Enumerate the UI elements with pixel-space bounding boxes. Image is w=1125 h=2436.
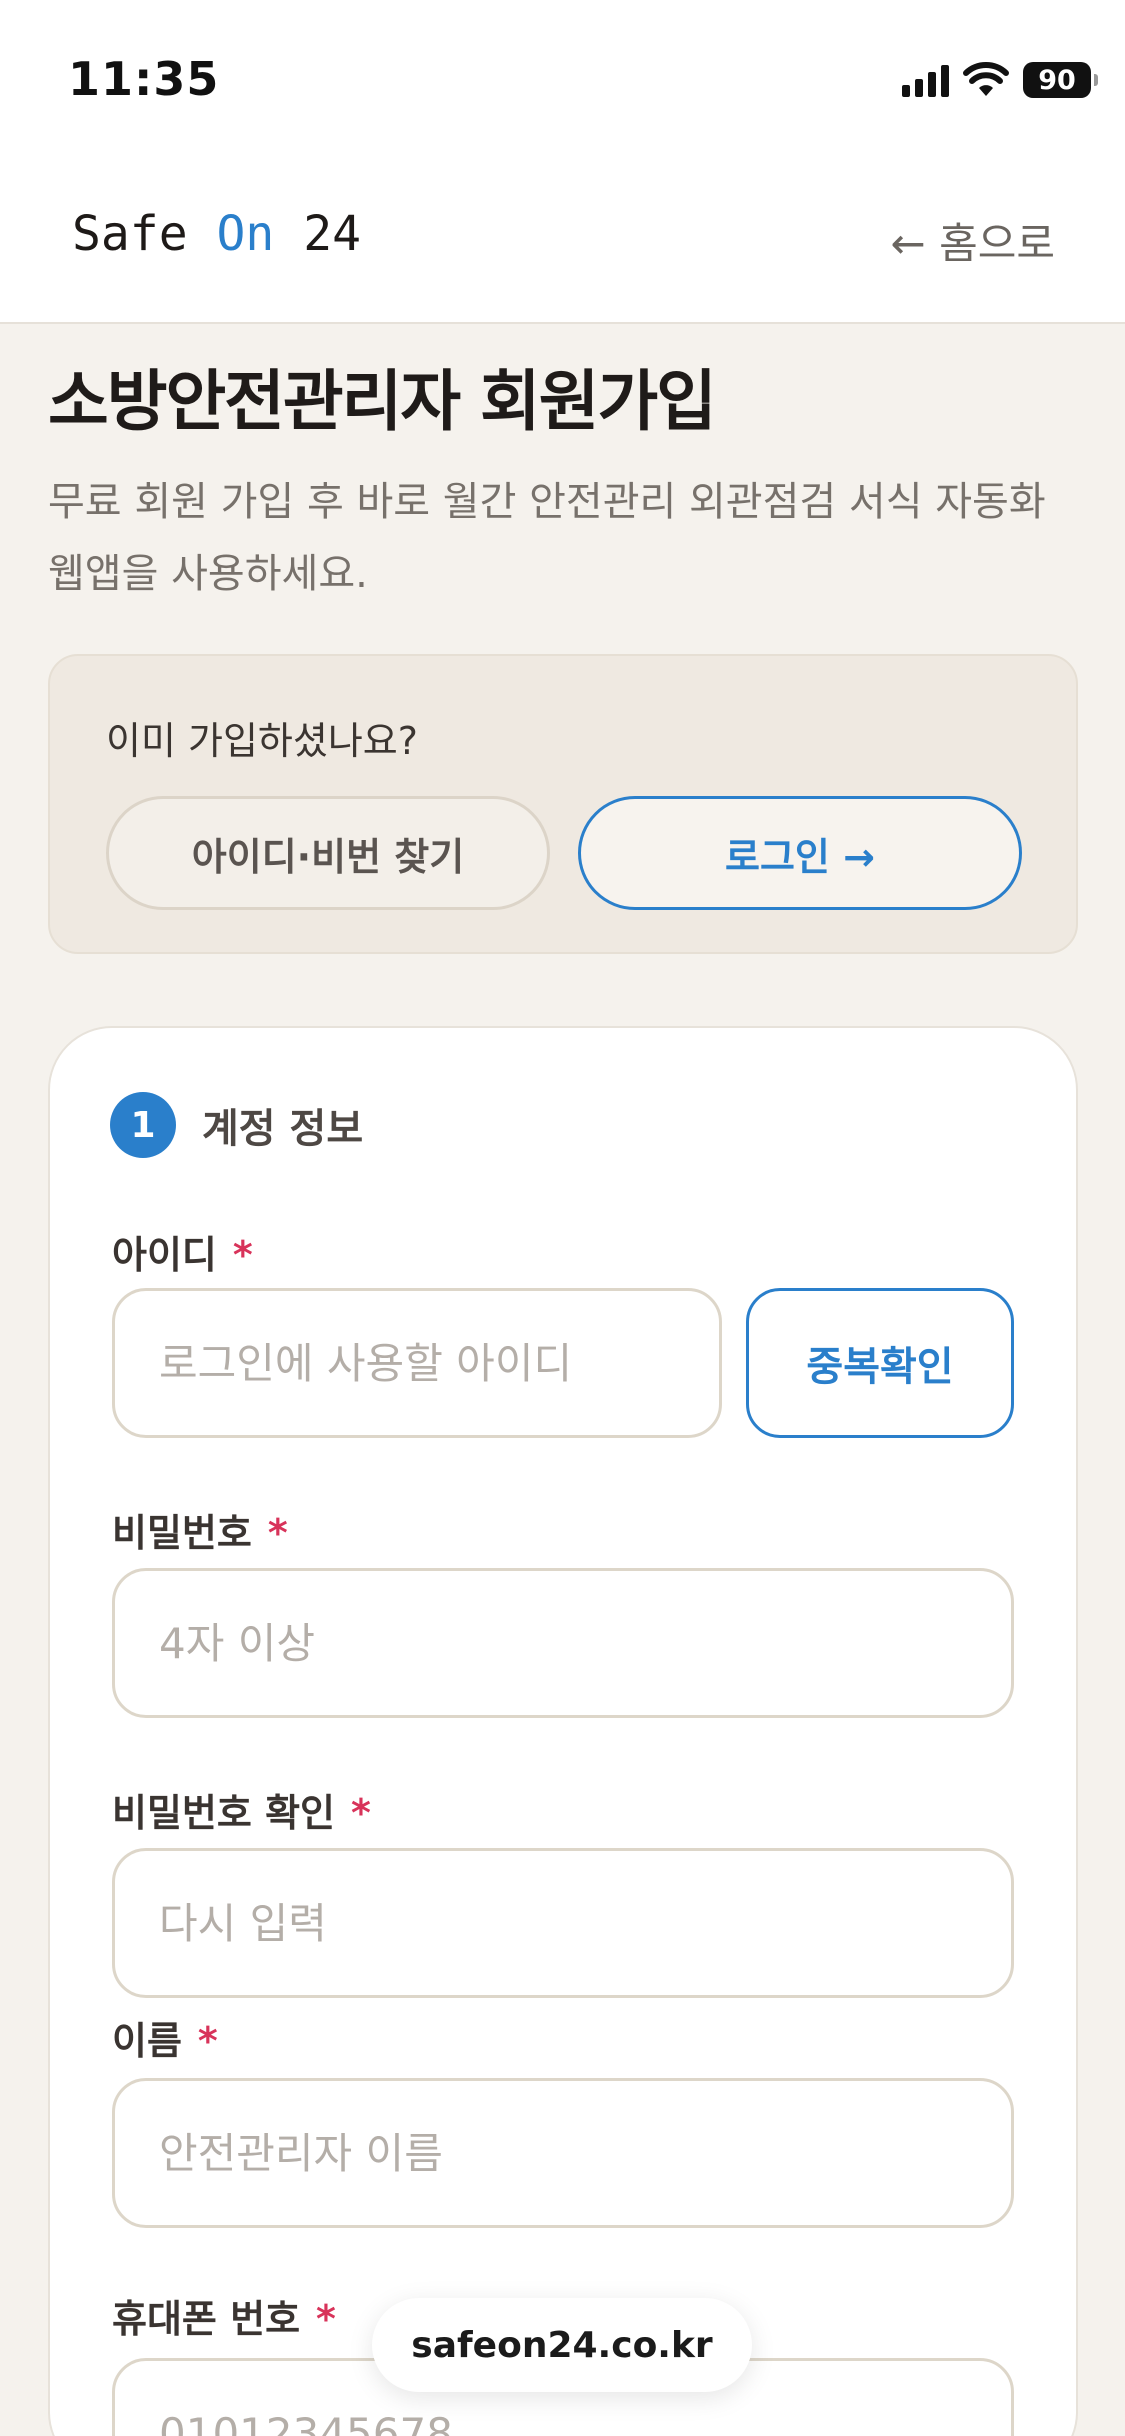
brand-logo[interactable]: Safe On 24 [72, 206, 361, 262]
step-header: 1 계정 정보 [110, 1092, 363, 1158]
phone-label-text: 휴대폰 번호 [112, 2297, 301, 2341]
existing-member-box: 이미 가입하셨나요? 아이디·비번 찾기 로그인 → [48, 654, 1078, 954]
browser-url-pill[interactable]: safeon24.co.kr [372, 2298, 752, 2392]
required-mark: * [197, 2019, 218, 2063]
password-confirm-label-text: 비밀번호 확인 [112, 1791, 335, 1835]
required-mark: * [267, 1511, 288, 1555]
page-description: 무료 회원 가입 후 바로 월간 안전관리 외관점검 서식 자동화 웹앱을 사용… [48, 479, 1046, 597]
step-title: 계정 정보 [202, 1106, 364, 1152]
status-time: 11:35 [68, 52, 220, 106]
id-label-text: 아이디 [112, 1233, 217, 1277]
id-label: 아이디 * [112, 1224, 253, 1279]
required-mark: * [316, 2297, 336, 2341]
battery-level: 90 [1038, 64, 1076, 96]
password-label: 비밀번호 * [112, 1502, 288, 1557]
required-mark: * [351, 1791, 371, 1835]
wifi-icon [963, 62, 1009, 96]
home-link[interactable]: ← 홈으로 [891, 210, 1055, 271]
required-mark: * [232, 1233, 253, 1277]
find-account-button[interactable]: 아이디·비번 찾기 [106, 796, 550, 910]
password-confirm-label: 비밀번호 확인 * [112, 1782, 371, 1837]
signup-form-card: 1 계정 정보 아이디 * 중복확인 비밀번호 * 비밀번호 확인 * 이름 * 휴대폰… [48, 1026, 1078, 2436]
login-button[interactable]: 로그인 → [578, 796, 1022, 910]
brand-text-1: Safe [72, 206, 217, 262]
brand-text-accent: On [216, 206, 275, 262]
password-label-text: 비밀번호 [112, 1511, 252, 1555]
cellular-signal-icon [902, 63, 949, 97]
duplicate-check-button[interactable]: 중복확인 [746, 1288, 1014, 1438]
name-label-text: 이름 [112, 2019, 182, 2063]
battery-icon: 90 [1023, 62, 1098, 98]
password-confirm-input[interactable] [112, 1848, 1014, 1998]
phone-label: 휴대폰 번호 * [112, 2288, 336, 2343]
existing-member-question: 이미 가입하셨나요? [106, 719, 418, 763]
app-header: Safe On 24 ← 홈으로 [0, 160, 1125, 324]
status-bar: 11:35 90 [0, 0, 1125, 160]
name-label: 이름 * [112, 2010, 218, 2065]
page-title: 소방안전관리자 회원가입 [48, 363, 717, 440]
name-input[interactable] [112, 2078, 1014, 2228]
brand-text-2: 24 [274, 206, 361, 262]
status-icons: 90 [902, 58, 1098, 102]
password-input[interactable] [112, 1568, 1014, 1718]
step-number-badge: 1 [110, 1092, 176, 1158]
id-input[interactable] [112, 1288, 722, 1438]
